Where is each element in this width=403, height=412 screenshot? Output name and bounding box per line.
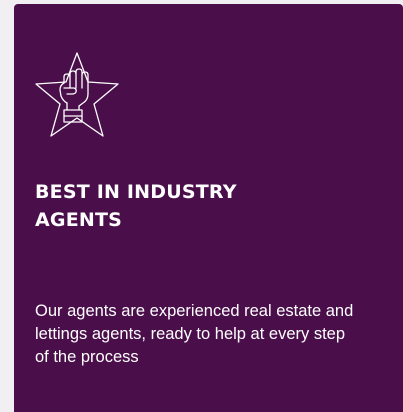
fist-star-icon	[34, 50, 120, 142]
card-title: BEST IN INDUSTRY AGENTS	[35, 178, 335, 234]
card-description: Our agents are experienced real estate a…	[35, 302, 354, 366]
feature-card: BEST IN INDUSTRY AGENTS Our agents are e…	[14, 4, 403, 412]
card-title-line-1: BEST IN INDUSTRY	[35, 181, 237, 203]
card-title-line-2: AGENTS	[35, 209, 123, 231]
